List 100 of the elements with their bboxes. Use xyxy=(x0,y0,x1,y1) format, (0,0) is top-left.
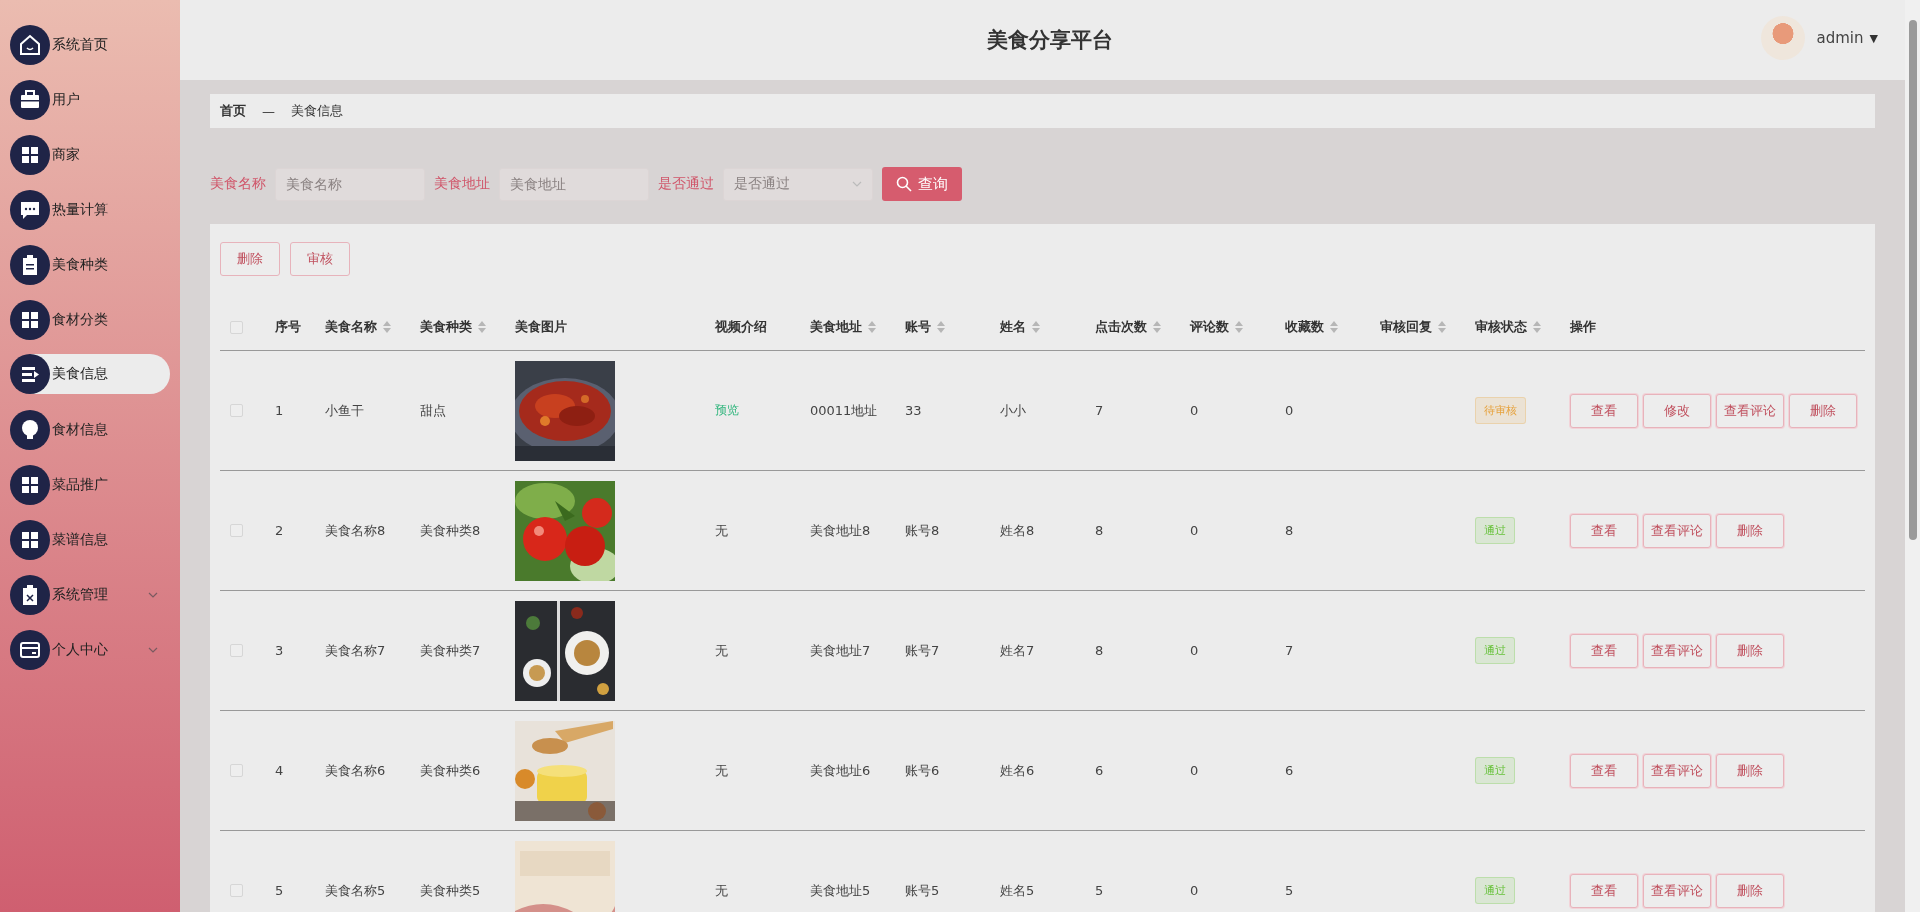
table-cell: 2 xyxy=(275,523,284,538)
table-cell: 8 xyxy=(1095,643,1104,658)
action-button[interactable]: 删除 xyxy=(1716,753,1784,788)
table-cell: 0 xyxy=(1190,763,1199,778)
toolbar-button[interactable]: 审核 xyxy=(290,242,350,276)
table-cell: 甜点 xyxy=(420,401,446,420)
action-button[interactable]: 查看 xyxy=(1570,513,1638,548)
table-cell: 无 xyxy=(715,521,728,540)
sort-icon[interactable] xyxy=(937,321,945,333)
column-header[interactable]: 审核状态 xyxy=(1465,304,1560,351)
sidebar-item[interactable]: 热量计算 xyxy=(10,182,170,237)
user-name[interactable]: admin xyxy=(1816,29,1864,47)
app-title: 美食分享平台 xyxy=(987,27,1113,54)
action-button[interactable]: 查看 xyxy=(1570,753,1638,788)
table-cell: 美食地址6 xyxy=(810,761,871,780)
action-button[interactable]: 删除 xyxy=(1789,393,1857,428)
table-cell: 美食名称8 xyxy=(325,521,386,540)
column-header[interactable]: 点击次数 xyxy=(1085,304,1180,351)
sort-icon[interactable] xyxy=(383,321,391,333)
action-button[interactable]: 查看评论 xyxy=(1643,513,1711,548)
checkbox[interactable] xyxy=(230,644,243,657)
status-tag: 待审核 xyxy=(1475,397,1526,424)
grid-icon xyxy=(10,464,50,505)
action-button[interactable]: 查看评论 xyxy=(1643,633,1711,668)
table-cell: 姓名8 xyxy=(1000,521,1035,540)
column-header[interactable]: 审核回复 xyxy=(1370,304,1465,351)
card-icon xyxy=(10,629,50,670)
checkbox[interactable] xyxy=(230,404,243,417)
list-icon xyxy=(10,354,50,394)
sort-icon[interactable] xyxy=(1533,321,1541,333)
action-button[interactable]: 删除 xyxy=(1716,873,1784,908)
table-cell: 6 xyxy=(1095,763,1104,778)
checkbox[interactable] xyxy=(230,320,243,334)
action-button[interactable]: 查看评论 xyxy=(1716,393,1784,428)
action-button[interactable]: 查看 xyxy=(1570,393,1638,428)
action-button[interactable]: 查看评论 xyxy=(1643,873,1711,908)
scrollbar[interactable] xyxy=(1905,0,1920,912)
table-cell: 7 xyxy=(1095,403,1104,418)
sidebar-item[interactable]: 菜谱信息 xyxy=(10,512,170,567)
sidebar-item[interactable]: 食材分类 xyxy=(10,292,170,347)
avatar[interactable] xyxy=(1760,16,1805,60)
column-header[interactable]: 美食种类 xyxy=(410,304,505,351)
action-button[interactable]: 删除 xyxy=(1716,633,1784,668)
column-header[interactable]: 美食地址 xyxy=(800,304,895,351)
sidebar-item[interactable]: 系统首页 xyxy=(10,17,170,72)
sort-icon[interactable] xyxy=(1330,321,1338,333)
input-field[interactable]: 美食名称 xyxy=(275,167,425,201)
action-button[interactable]: 修改 xyxy=(1643,393,1711,428)
chevron-down-icon xyxy=(148,591,158,598)
column-header[interactable]: 账号 xyxy=(895,304,990,351)
status-tag: 通过 xyxy=(1475,757,1515,784)
dropdown-caret[interactable]: ▼ xyxy=(1869,31,1878,45)
sidebar-item[interactable]: 食材信息 xyxy=(10,402,170,457)
action-button[interactable]: 查看 xyxy=(1570,633,1638,668)
column-header[interactable]: 收藏数 xyxy=(1275,304,1370,351)
table-cell: 0 xyxy=(1285,403,1294,418)
table-cell: 5 xyxy=(1095,883,1104,898)
action-button[interactable]: 删除 xyxy=(1716,513,1784,548)
sidebar-item[interactable]: 系统管理 xyxy=(10,567,170,622)
table-cell: 小鱼干 xyxy=(325,401,364,420)
table-cell: 账号8 xyxy=(905,521,940,540)
sidebar-item[interactable]: 商家 xyxy=(10,127,170,182)
search-icon xyxy=(896,176,912,192)
sort-icon[interactable] xyxy=(1032,321,1040,333)
sort-icon[interactable] xyxy=(1438,321,1446,333)
sidebar-item[interactable]: 美食种类 xyxy=(10,237,170,292)
table-cell: 7 xyxy=(1285,643,1294,658)
table-cell: 美食地址5 xyxy=(810,881,871,900)
sort-icon[interactable] xyxy=(478,321,486,333)
status-tag: 通过 xyxy=(1475,877,1515,904)
column-header[interactable]: 美食名称 xyxy=(315,304,410,351)
sidebar-item[interactable]: 个人中心 xyxy=(10,622,170,677)
checkbox[interactable] xyxy=(230,764,243,777)
grid-icon xyxy=(10,134,50,175)
action-button[interactable]: 查看评论 xyxy=(1643,753,1711,788)
breadcrumb-item[interactable]: 首页 xyxy=(220,102,246,120)
sort-icon[interactable] xyxy=(1153,321,1161,333)
table-cell: 3 xyxy=(275,643,284,658)
column-header: 美食图片 xyxy=(505,304,705,351)
checkbox[interactable] xyxy=(230,524,243,537)
table-cell: 姓名6 xyxy=(1000,761,1035,780)
table-cell: 1 xyxy=(275,403,284,418)
sidebar-item[interactable]: 菜品推广 xyxy=(10,457,170,512)
table-cell: 5 xyxy=(275,883,284,898)
field-label: 是否通过 xyxy=(658,175,714,193)
toolbar-button[interactable]: 删除 xyxy=(220,242,280,276)
table-cell: 8 xyxy=(1285,523,1294,538)
search-button[interactable]: 查询 xyxy=(882,167,962,201)
column-header[interactable]: 姓名 xyxy=(990,304,1085,351)
sidebar-item[interactable]: 美食信息 xyxy=(10,354,170,394)
sort-icon[interactable] xyxy=(1235,321,1243,333)
table-cell: 姓名7 xyxy=(1000,641,1035,660)
sort-icon[interactable] xyxy=(868,321,876,333)
column-header[interactable]: 评论数 xyxy=(1180,304,1275,351)
input-field[interactable]: 美食地址 xyxy=(499,167,649,201)
action-button[interactable]: 查看 xyxy=(1570,873,1638,908)
checkbox[interactable] xyxy=(230,884,243,897)
table-cell: 美食名称7 xyxy=(325,641,386,660)
table-cell: 00011地址 xyxy=(810,401,878,420)
sidebar-item[interactable]: 用户 xyxy=(10,72,170,127)
